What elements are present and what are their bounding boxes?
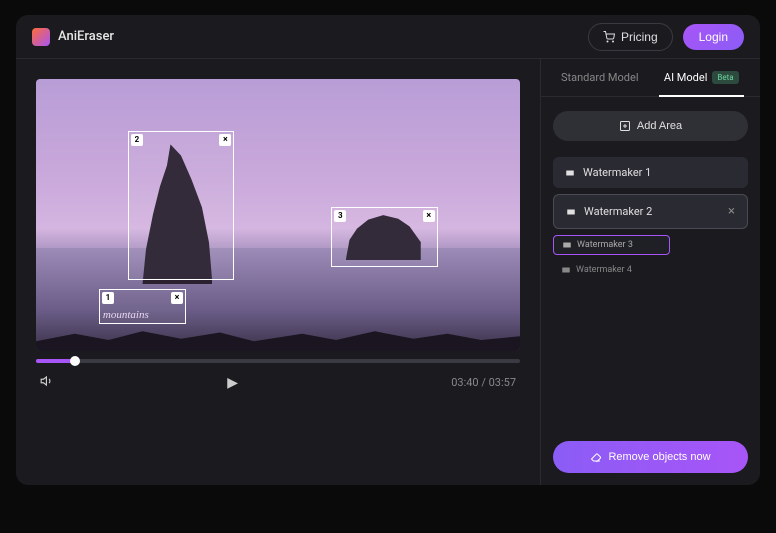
selection-box-1[interactable]: 1 × mountains: [99, 289, 186, 324]
progress-bar[interactable]: [36, 359, 520, 363]
resize-handle[interactable]: [226, 272, 234, 280]
selection-close-icon[interactable]: ×: [423, 210, 435, 222]
brand-name: AniEraser: [58, 29, 114, 44]
add-area-label: Add Area: [637, 120, 682, 132]
brand: AniEraser: [32, 28, 114, 46]
body: 2 × 1 × mountains 3 ×: [16, 59, 760, 485]
watermark-item-3-input[interactable]: Watermaker 3: [553, 235, 670, 255]
sidebar-content: Add Area Watermaker 1 Watermaker 2 × Wa: [541, 97, 760, 429]
header-right: Pricing Login: [588, 23, 744, 51]
resize-handle[interactable]: [128, 272, 136, 280]
selection-number: 1: [102, 292, 114, 304]
watermark-icon: [565, 168, 575, 178]
volume-icon[interactable]: [40, 373, 54, 392]
tab-ai-label: AI Model: [664, 71, 707, 84]
resize-handle[interactable]: [430, 259, 438, 267]
selection-close-icon[interactable]: ×: [171, 292, 183, 304]
watermark-icon: [562, 240, 572, 250]
selection-number: 3: [334, 210, 346, 222]
watermark-icon: [561, 265, 571, 275]
resize-handle[interactable]: [331, 259, 339, 267]
sidebar-footer: Remove objects now: [541, 429, 760, 485]
header: AniEraser Pricing Login: [16, 15, 760, 59]
close-icon[interactable]: ×: [728, 204, 735, 219]
add-area-icon: [619, 120, 631, 132]
time-display: 03:40 / 03:57: [451, 376, 516, 389]
watermark-list: Watermaker 1 Watermaker 2 × Watermaker 3…: [553, 157, 748, 279]
pricing-label: Pricing: [621, 30, 658, 44]
sidebar: Standard Model AI Model Beta Add Area Wa…: [540, 59, 760, 485]
model-tabs: Standard Model AI Model Beta: [541, 59, 760, 97]
pricing-button[interactable]: Pricing: [588, 23, 673, 51]
watermark-label: Watermaker 2: [584, 205, 652, 218]
selection-number: 2: [131, 134, 143, 146]
cart-icon: [603, 31, 615, 43]
login-button[interactable]: Login: [683, 24, 744, 50]
progress-thumb[interactable]: [70, 356, 80, 366]
selection-box-2[interactable]: 2 ×: [128, 131, 234, 281]
watermark-label: Watermaker 1: [583, 166, 651, 179]
eraser-icon: [590, 451, 602, 463]
watermark-item-2[interactable]: Watermaker 2 ×: [553, 194, 748, 229]
tab-standard-model[interactable]: Standard Model: [549, 59, 651, 96]
beta-badge: Beta: [712, 71, 738, 84]
play-icon[interactable]: ▶: [227, 375, 238, 391]
resize-handle[interactable]: [99, 316, 107, 324]
video-preview[interactable]: 2 × 1 × mountains 3 ×: [36, 79, 520, 351]
watermark-text: mountains: [103, 309, 149, 321]
selection-close-icon[interactable]: ×: [219, 134, 231, 146]
resize-handle[interactable]: [178, 316, 186, 324]
watermark-label: Watermaker 3: [577, 240, 633, 250]
selection-box-3[interactable]: 3 ×: [331, 207, 437, 267]
video-controls: ▶ 03:40 / 03:57: [36, 373, 520, 392]
remove-objects-label: Remove objects now: [608, 451, 710, 463]
tab-ai-model[interactable]: AI Model Beta: [651, 59, 753, 96]
watermark-icon: [566, 207, 576, 217]
add-area-button[interactable]: Add Area: [553, 111, 748, 141]
app-window: AniEraser Pricing Login 2 ×: [16, 15, 760, 485]
watermark-label: Watermaker 4: [576, 265, 632, 275]
watermark-item-1[interactable]: Watermaker 1: [553, 157, 748, 188]
main-panel: 2 × 1 × mountains 3 ×: [16, 59, 540, 485]
remove-objects-button[interactable]: Remove objects now: [553, 441, 748, 473]
watermark-item-4[interactable]: Watermaker 4: [553, 261, 670, 279]
brand-logo-icon: [32, 28, 50, 46]
